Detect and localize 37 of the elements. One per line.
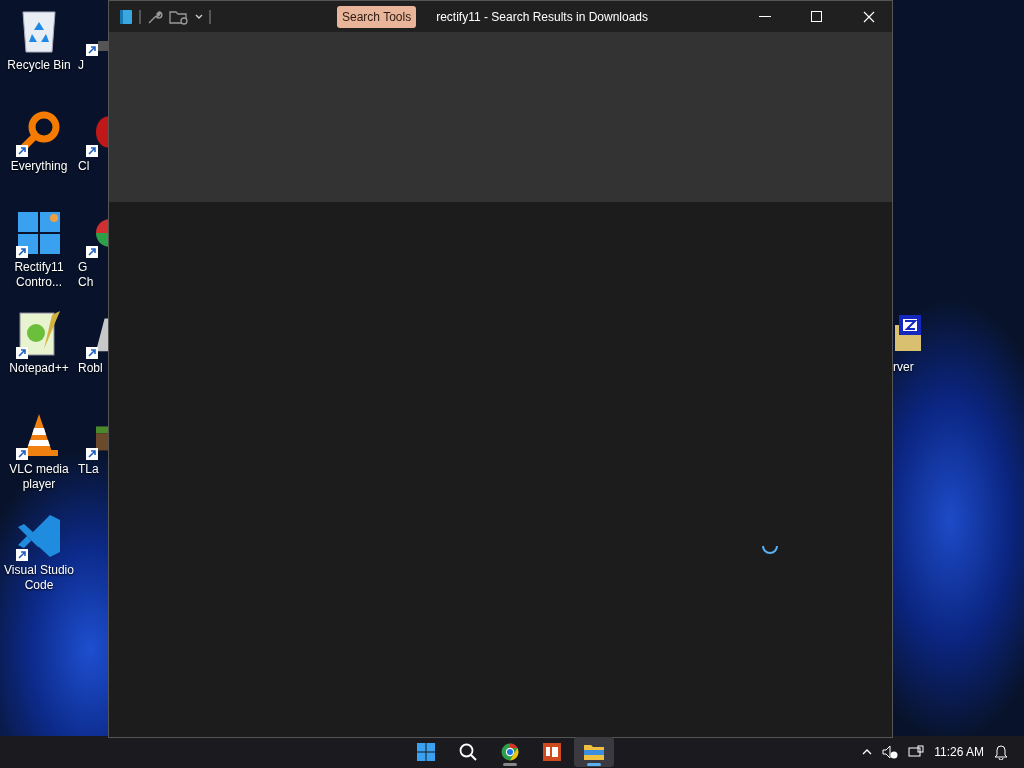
desktop-icon-label[interactable]: Rectify11 Contro...: [2, 260, 76, 290]
notepad-icon: [16, 311, 62, 357]
close-icon: [863, 10, 875, 23]
slides-icon: [543, 743, 561, 761]
desktop-icon-label[interactable]: Notepad++: [2, 361, 76, 376]
desktop-icon-label[interactable]: VLC media player: [2, 462, 76, 492]
browser-icon: [501, 743, 519, 761]
desktop-icon-label[interactable]: Robl: [78, 361, 103, 376]
desktop-icon-label[interactable]: Visual Studio Code: [2, 563, 76, 593]
desktop-icon-label[interactable]: Everything: [2, 159, 76, 174]
desktop-icon-label[interactable]: Recycle Bin: [2, 58, 76, 73]
desktop-icon-label[interactable]: Cl: [78, 159, 90, 174]
window-title: rectify11 - Search Results in Downloads: [436, 9, 650, 24]
clock-time[interactable]: 11:26 AM: [934, 745, 984, 759]
chevron-up-icon[interactable]: [862, 749, 873, 755]
taskbar-button[interactable]: [574, 737, 614, 767]
maximize-icon: [811, 10, 823, 23]
bell-icon[interactable]: [994, 744, 1008, 760]
windows-logo-icon: [16, 210, 62, 256]
search-tools-tab[interactable]: Search Tools: [337, 5, 417, 28]
archive-icon: [893, 313, 923, 353]
desktop-icon-label[interactable]: TLa: [78, 462, 99, 477]
start-icon: [417, 743, 435, 761]
code-editor-icon: [16, 513, 62, 559]
notebook-icon[interactable]: [119, 8, 133, 25]
desktop-icon-label[interactable]: rver: [893, 360, 914, 375]
wrench-icon[interactable]: [147, 8, 163, 25]
caret-icon[interactable]: [195, 13, 203, 20]
search-icon: [459, 743, 477, 761]
folder-gear-icon[interactable]: [169, 8, 189, 25]
folder-icon: [584, 744, 604, 760]
minimize-icon: [759, 15, 771, 18]
network-icon[interactable]: [908, 745, 925, 759]
recycle-bin-icon: [19, 8, 59, 54]
desktop-icon-label[interactable]: J: [78, 58, 84, 73]
desktop-icon-label[interactable]: G Ch: [78, 260, 94, 290]
muted-speaker-icon[interactable]: [882, 745, 899, 759]
